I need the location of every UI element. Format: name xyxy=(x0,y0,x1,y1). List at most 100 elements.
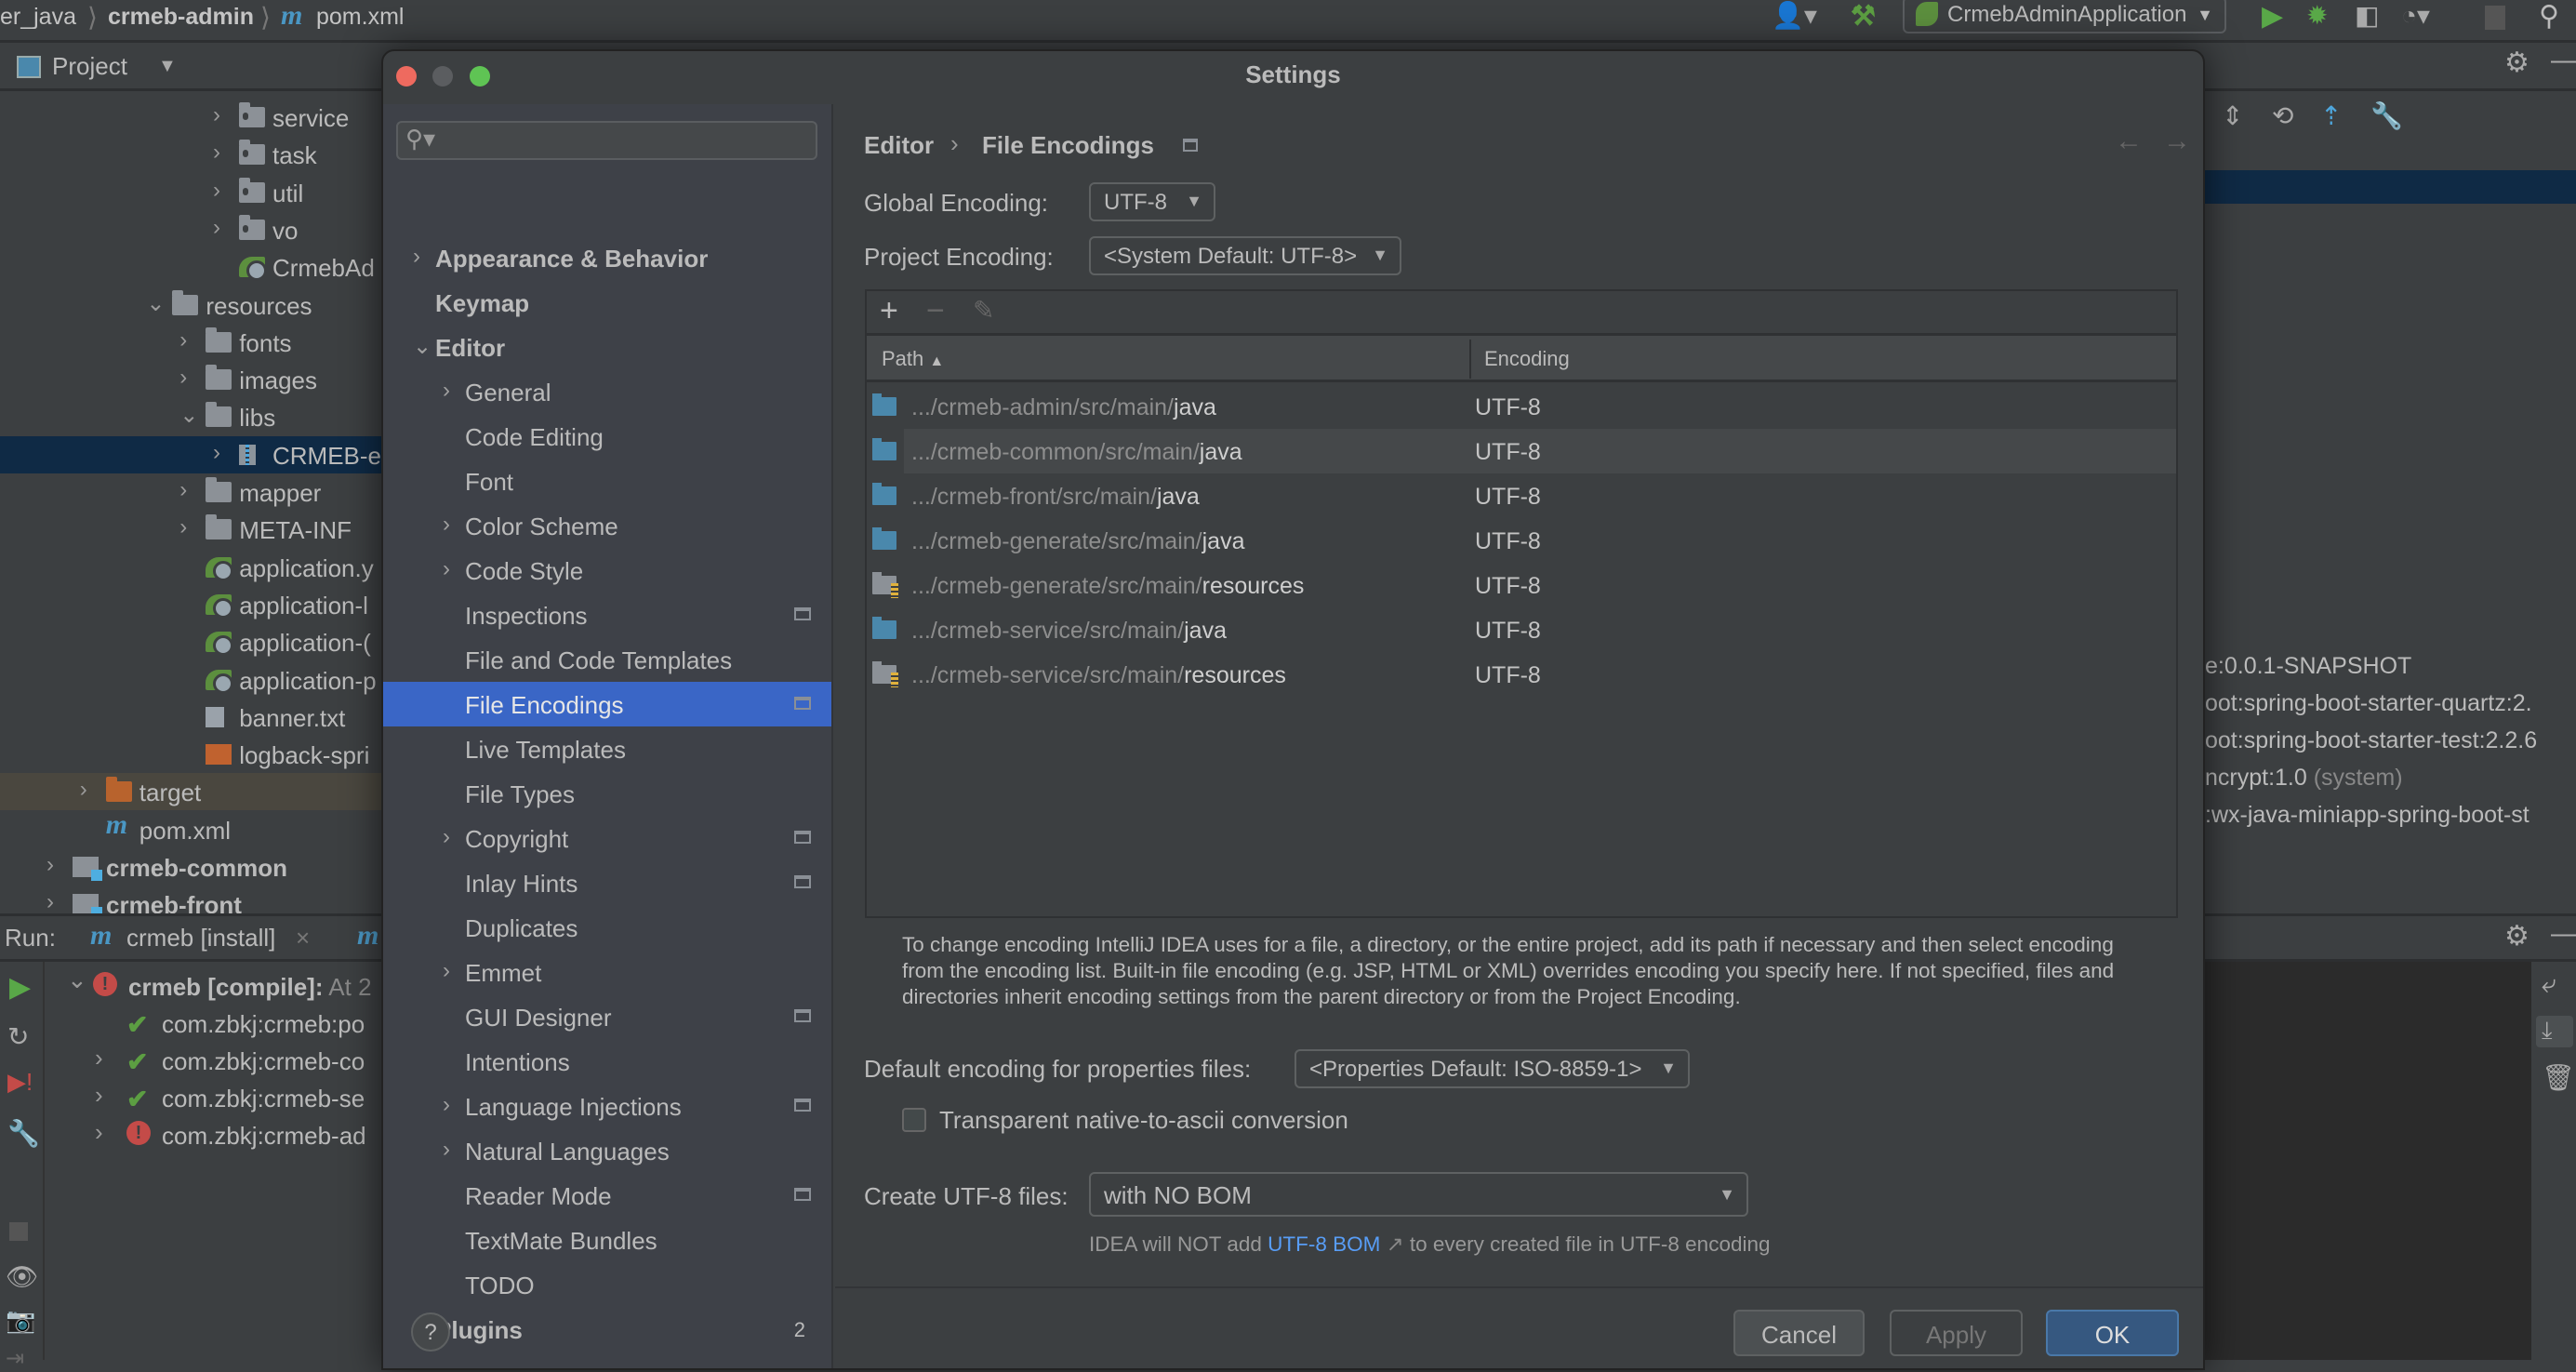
sidebar-item[interactable]: › General xyxy=(383,369,831,414)
project-panel-title[interactable]: Project xyxy=(52,52,127,81)
tree-item[interactable]: › util xyxy=(0,174,381,211)
console-output[interactable] xyxy=(2205,962,2531,1360)
tree-item[interactable]: application-p xyxy=(0,661,381,699)
utf8-bom-link[interactable]: UTF-8 BOM xyxy=(1268,1232,1380,1256)
ok-button[interactable]: OK xyxy=(2046,1310,2179,1356)
native-to-ascii-label[interactable]: Transparent native-to-ascii conversion xyxy=(939,1106,1348,1135)
stop-icon[interactable] xyxy=(9,1222,28,1241)
sidebar-item[interactable]: File Encodings xyxy=(383,682,831,726)
table-row[interactable]: .../crmeb-service/src/main/resources UTF-… xyxy=(867,652,2176,697)
chevron-right-icon[interactable]: › xyxy=(443,1092,450,1118)
row-encoding[interactable]: UTF-8 xyxy=(1475,439,1541,466)
eye-icon[interactable]: 👁 xyxy=(6,1261,39,1292)
wrench-icon[interactable]: 🔧 xyxy=(2370,100,2403,131)
cancel-button[interactable]: Cancel xyxy=(1733,1310,1865,1356)
run-configuration-select[interactable]: CrmebAdminApplication ▼ xyxy=(1903,0,2226,33)
column-divider[interactable] xyxy=(1469,340,1471,379)
wrench-icon[interactable]: 🔧 xyxy=(7,1118,40,1149)
tree-item[interactable]: › images xyxy=(0,361,381,398)
coverage-icon[interactable]: ◧ xyxy=(2355,0,2379,31)
breadcrumb-file[interactable]: pom.xml xyxy=(316,4,404,31)
column-header-encoding[interactable]: Encoding xyxy=(1484,347,1570,371)
chevron-down-icon[interactable]: ⌄ xyxy=(413,333,432,360)
sidebar-item[interactable]: › Natural Languages xyxy=(383,1128,831,1173)
sidebar-item[interactable]: Duplicates xyxy=(383,905,831,950)
row-encoding[interactable]: UTF-8 xyxy=(1475,573,1541,600)
minimize-icon[interactable]: — xyxy=(2551,918,2576,950)
camera-icon[interactable]: 📷 xyxy=(6,1306,35,1335)
chevron-right-icon[interactable]: › xyxy=(213,102,220,128)
sidebar-item[interactable]: › Code Style xyxy=(383,548,831,593)
table-row[interactable]: .../crmeb-admin/src/main/java UTF-8 xyxy=(867,384,2176,429)
tree-item[interactable]: › META-INF xyxy=(0,511,381,548)
chevron-right-icon[interactable]: › xyxy=(95,1118,103,1147)
chevron-right-icon[interactable]: › xyxy=(46,889,54,913)
tree-item[interactable]: › task xyxy=(0,136,381,173)
dependency-line[interactable]: oot:spring-boot-starter-test:2.2.6 xyxy=(2205,727,2537,754)
tree-item[interactable]: › CRMEB-e xyxy=(0,435,381,473)
tree-item[interactable]: CrmebAd xyxy=(0,248,381,286)
tree-item[interactable]: › crmeb-front xyxy=(0,886,381,913)
sidebar-item[interactable]: › Color Scheme xyxy=(383,503,831,548)
sidebar-item[interactable]: TODO xyxy=(383,1262,831,1307)
add-icon[interactable]: + xyxy=(880,293,898,329)
sidebar-item[interactable]: TextMate Bundles xyxy=(383,1218,831,1262)
sidebar-item[interactable]: › Copyright xyxy=(383,816,831,860)
breadcrumb-project[interactable]: er_java xyxy=(0,4,76,31)
global-encoding-select[interactable]: UTF-8 ▼ xyxy=(1089,182,1215,221)
stop-icon[interactable] xyxy=(2485,6,2505,30)
chevron-right-icon[interactable]: › xyxy=(443,512,450,538)
native-to-ascii-checkbox[interactable] xyxy=(902,1108,926,1132)
table-row[interactable]: .../crmeb-common/src/main/java UTF-8 xyxy=(867,429,2176,473)
minimize-icon[interactable]: — xyxy=(2551,45,2576,76)
sidebar-item[interactable]: Live Templates xyxy=(383,726,831,771)
soft-wrap-icon[interactable]: ⤶ xyxy=(2542,969,2556,1000)
debug-icon[interactable]: ✹ xyxy=(2306,0,2328,31)
tree-item[interactable]: logback-spri xyxy=(0,736,381,773)
tree-item[interactable]: › fonts xyxy=(0,324,381,361)
chevron-right-icon[interactable]: › xyxy=(179,327,187,353)
dependency-line[interactable]: ncrypt:1.0 (system) xyxy=(2205,765,2403,792)
chevron-right-icon[interactable]: › xyxy=(179,477,187,503)
dependency-line[interactable]: e:0.0.1-SNAPSHOT xyxy=(2205,653,2411,680)
table-row[interactable]: .../crmeb-service/src/main/java UTF-8 xyxy=(867,607,2176,652)
sidebar-item[interactable]: ⌄ Editor xyxy=(383,325,831,369)
sidebar-item[interactable]: File Types xyxy=(383,771,831,816)
collapse-all-icon[interactable]: ⇕ xyxy=(2222,100,2243,131)
breadcrumb-module[interactable]: crmeb-admin xyxy=(108,4,254,31)
sidebar-item[interactable]: Reader Mode xyxy=(383,1173,831,1218)
chevron-down-icon[interactable]: ⌄ xyxy=(67,966,87,994)
sidebar-item[interactable]: › Appearance & Behavior xyxy=(383,235,831,280)
sidebar-item[interactable]: Font xyxy=(383,459,831,503)
column-header-path[interactable]: Path ▲ xyxy=(882,347,944,371)
tree-item[interactable]: › mapper xyxy=(0,473,381,511)
row-encoding[interactable]: UTF-8 xyxy=(1475,528,1541,555)
chevron-right-icon[interactable]: › xyxy=(443,824,450,850)
edit-icon[interactable]: ✎ xyxy=(973,295,994,326)
chevron-right-icon[interactable]: › xyxy=(443,556,450,582)
chevron-down-icon[interactable]: ▼ xyxy=(158,56,177,77)
sidebar-item[interactable]: › Language Injections xyxy=(383,1084,831,1128)
tree-item[interactable]: m pom.xml xyxy=(0,811,381,848)
run-icon[interactable]: ▶ xyxy=(2262,0,2283,33)
sidebar-item[interactable]: Inlay Hints xyxy=(383,860,831,905)
forward-arrow-icon[interactable]: → xyxy=(2163,126,2191,157)
tree-item[interactable]: › crmeb-common xyxy=(0,848,381,886)
scroll-to-end-icon[interactable]: ⤓ xyxy=(2536,1016,2573,1047)
chevron-down-icon[interactable]: ⌄ xyxy=(179,402,198,429)
maven-icon[interactable]: m xyxy=(357,920,378,952)
sidebar-item[interactable]: GUI Designer xyxy=(383,994,831,1039)
show-dependencies-icon[interactable]: ⇡ xyxy=(2320,100,2342,131)
help-button[interactable]: ? xyxy=(411,1312,450,1352)
chevron-right-icon[interactable]: › xyxy=(213,215,220,241)
gear-icon[interactable]: ⚙ xyxy=(2504,47,2530,79)
row-encoding[interactable]: UTF-8 xyxy=(1475,394,1541,421)
tree-item[interactable]: › service xyxy=(0,99,381,136)
trash-icon[interactable]: 🗑 xyxy=(2542,1062,2575,1093)
chevron-right-icon[interactable]: › xyxy=(80,777,87,803)
sidebar-item[interactable]: Code Editing xyxy=(383,414,831,459)
chevron-right-icon[interactable]: › xyxy=(179,514,187,540)
remove-icon[interactable]: − xyxy=(926,293,945,329)
chevron-right-icon[interactable]: › xyxy=(413,244,420,270)
run-tab-label[interactable]: crmeb [install] xyxy=(126,924,275,952)
